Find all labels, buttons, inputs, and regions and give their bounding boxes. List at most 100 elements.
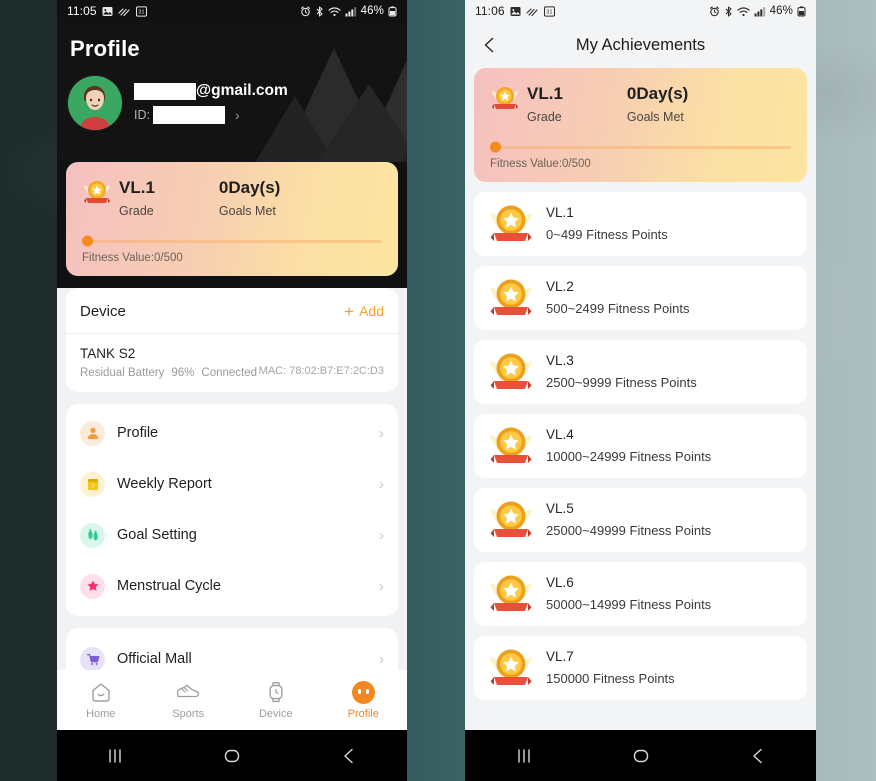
level-unit: Fitness Points — [629, 523, 712, 539]
progress-track[interactable] — [82, 235, 382, 247]
shoe-icon — [176, 680, 200, 704]
nav-item-profile[interactable]: Profile — [320, 680, 408, 720]
list-item[interactable]: VL.4 10000~24999 Fitness Points — [474, 413, 807, 478]
svg-text:31: 31 — [138, 9, 144, 15]
nav-item-sports[interactable]: Sports — [145, 680, 233, 720]
list-item[interactable]: VL.7 150000 Fitness Points — [474, 635, 807, 700]
fitness-value-label: Fitness Value:0/500 — [490, 157, 591, 170]
list-item[interactable]: VL.5 25000~49999 Fitness Points — [474, 487, 807, 552]
fitness-progress[interactable]: Fitness Value:0/500 — [490, 141, 791, 170]
battery-label: Residual Battery — [80, 366, 165, 379]
connection-status: Connected — [201, 366, 258, 379]
battery-icon — [388, 5, 397, 17]
level-range: 0~499 — [546, 227, 583, 243]
status-time: 11:06 — [475, 4, 505, 18]
back-button[interactable] — [481, 37, 498, 54]
nav-label: Sports — [172, 708, 205, 720]
medal-icon — [490, 85, 520, 113]
page-title: My Achievements — [575, 35, 706, 54]
level-unit: Fitness Points — [629, 597, 712, 613]
status-bar-right: 11:06 31 46% — [465, 0, 816, 22]
goals-value: 0Day(s) — [626, 84, 689, 103]
chevron-right-icon[interactable]: › — [235, 108, 240, 122]
level-name: VL.5 — [546, 501, 574, 517]
menu-item-menstrual-cycle[interactable]: Menstrual Cycle › — [66, 561, 398, 612]
level-range: 25000~49999 — [546, 523, 626, 539]
profile-avatar-icon — [351, 680, 375, 704]
recents-icon[interactable] — [514, 746, 534, 766]
chevron-right-icon[interactable]: › — [379, 579, 384, 594]
nav-label: Profile — [347, 708, 379, 720]
svg-text:31: 31 — [546, 9, 552, 15]
achievement-summary-card-right[interactable]: VL.1 Grade 0Day(s) Goals Met Fitness Val… — [474, 68, 807, 182]
system-navigation-right[interactable] — [465, 730, 816, 781]
progress-track[interactable] — [490, 141, 791, 153]
level-unit: Fitness Points — [615, 375, 697, 391]
menu-item-goal-setting[interactable]: Goal Setting › — [66, 510, 398, 561]
level-name: VL.1 — [546, 205, 574, 221]
goals-column: 0Day(s) Goals Met — [627, 84, 688, 124]
flower-icon — [80, 573, 105, 599]
medal-icon — [488, 572, 534, 616]
nav-item-home[interactable]: Home — [57, 680, 145, 720]
device-card: Device + Add TANK S2 Residual Battery 96… — [66, 287, 398, 392]
level-unit: Fitness Points — [629, 449, 712, 465]
page-title: Profile — [70, 36, 140, 61]
list-item[interactable]: VL.1 0~499 Fitness Points — [474, 191, 807, 256]
email-redaction-block — [134, 82, 196, 100]
recents-icon[interactable] — [105, 746, 125, 766]
level-name: VL.7 — [546, 649, 574, 665]
medal-icon — [488, 276, 534, 320]
progress-knob[interactable] — [82, 235, 93, 247]
account-id-row[interactable]: ID: › — [134, 106, 288, 124]
list-item[interactable]: VL.6 50000~14999 Fitness Points — [474, 561, 807, 626]
calendar-icon: 7 — [80, 471, 105, 497]
chevron-right-icon[interactable]: › — [379, 528, 384, 543]
chevron-right-icon[interactable]: › — [379, 477, 384, 492]
medal-icon — [488, 424, 534, 468]
calendar-31-icon: 31 — [135, 5, 147, 17]
level-range: 500~2499 — [546, 301, 605, 317]
add-device-label: Add — [359, 303, 384, 320]
home-circle-icon[interactable] — [631, 746, 651, 766]
device-row[interactable]: TANK S2 Residual Battery 96% Connected M… — [66, 334, 398, 392]
back-chevron-icon[interactable] — [339, 746, 359, 766]
avatar[interactable] — [68, 76, 122, 130]
nav-item-device[interactable]: Device — [232, 680, 320, 720]
device-mac-address: MAC: 78:02:B7:E7:2C:D3 — [258, 364, 384, 377]
medal-icon — [488, 202, 534, 246]
battery-percent-label: 46% — [769, 5, 793, 17]
chevron-right-icon[interactable]: › — [379, 652, 384, 667]
fitness-value-label: Fitness Value:0/500 — [82, 251, 183, 264]
photo-icon — [102, 6, 113, 17]
home-circle-icon[interactable] — [222, 746, 242, 766]
menu-label: Goal Setting — [117, 527, 197, 544]
add-device-button[interactable]: + Add — [344, 303, 384, 320]
right-phone-screenshot: 11:06 31 46% My Achievements VL.1 Grade … — [465, 0, 816, 781]
motion-icon — [526, 6, 539, 17]
back-chevron-icon[interactable] — [748, 746, 768, 766]
person-icon — [80, 420, 105, 446]
grade-value: VL.1 — [119, 178, 155, 197]
progress-knob[interactable] — [490, 141, 501, 153]
list-item[interactable]: VL.3 2500~9999 Fitness Points — [474, 339, 807, 404]
level-range: 150000 — [546, 671, 590, 687]
level-name: VL.6 — [546, 575, 574, 591]
chevron-right-icon[interactable]: › — [379, 426, 384, 441]
system-navigation-left[interactable] — [57, 730, 407, 781]
profile-hero: Profile @gmail.com ID: › — [57, 22, 407, 162]
menu-item-profile[interactable]: Profile › — [66, 408, 398, 459]
grade-value: VL.1 — [527, 84, 563, 103]
account-row[interactable]: @gmail.com ID: › — [57, 62, 407, 130]
level-unit: Fitness Points — [607, 301, 690, 317]
battery-icon — [797, 5, 806, 17]
menu-item-weekly-report[interactable]: 7 Weekly Report › — [66, 459, 398, 510]
list-item[interactable]: VL.2 500~2499 Fitness Points — [474, 265, 807, 330]
level-name: VL.2 — [546, 279, 574, 295]
motion-icon — [118, 6, 131, 17]
achievement-summary-card-left[interactable]: VL.1 Grade 0Day(s) Goals Met Fitness Val… — [66, 162, 398, 276]
fitness-progress[interactable]: Fitness Value:0/500 — [82, 235, 382, 264]
signal-icon — [754, 6, 766, 17]
battery-value: 96% — [171, 366, 195, 379]
bottom-navigation[interactable]: Home Sports Device Profile — [57, 670, 407, 730]
